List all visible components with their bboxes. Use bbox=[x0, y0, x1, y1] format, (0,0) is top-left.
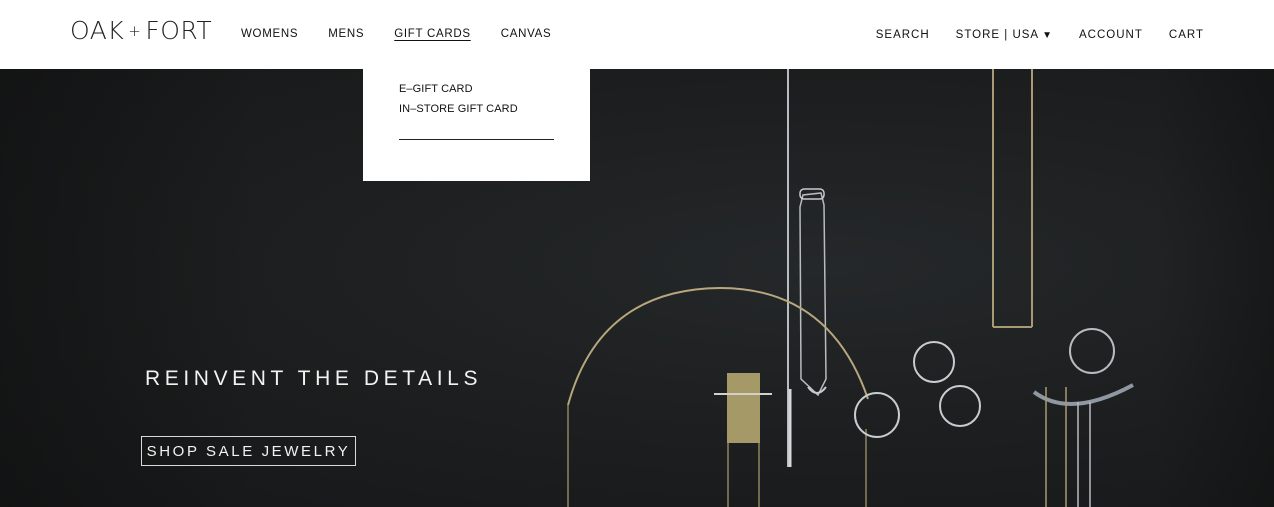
hero-shade-right bbox=[1154, 69, 1274, 507]
main-nav: WOMENS MENS GIFT CARDS CANVAS bbox=[241, 28, 581, 40]
cart-link[interactable]: CART bbox=[1169, 29, 1204, 41]
brand-logo[interactable]: OAK + FORT bbox=[70, 16, 212, 45]
nav-mens[interactable]: MENS bbox=[328, 28, 364, 40]
utility-nav: SEARCH STORE | USA ▼ ACCOUNT CART bbox=[850, 29, 1204, 41]
site-header: OAK + FORT WOMENS MENS GIFT CARDS CANVAS S… bbox=[0, 0, 1274, 69]
logo-plus: + bbox=[128, 22, 142, 40]
hero-headline: REINVENT THE DETAILS bbox=[145, 367, 483, 390]
account-link[interactable]: ACCOUNT bbox=[1079, 29, 1143, 41]
dropdown-divider bbox=[399, 139, 554, 140]
store-label: STORE | USA bbox=[955, 29, 1040, 41]
search-link[interactable]: SEARCH bbox=[876, 29, 930, 41]
store-selector[interactable]: STORE | USA ▼ bbox=[956, 29, 1053, 41]
dropdown-item-in-store-gift-card[interactable]: IN–STORE GIFT CARD bbox=[399, 103, 518, 115]
nav-gift-cards[interactable]: GIFT CARDS bbox=[394, 28, 470, 40]
caret-down-icon: ▼ bbox=[1042, 29, 1054, 41]
nav-womens[interactable]: WOMENS bbox=[241, 28, 298, 40]
shop-sale-jewelry-button[interactable]: SHOP SALE JEWELRY bbox=[141, 436, 356, 466]
hero-banner[interactable]: REINVENT THE DETAILS SHOP SALE JEWELRY bbox=[0, 69, 1274, 507]
logo-text-left: OAK bbox=[70, 16, 125, 45]
nav-canvas[interactable]: CANVAS bbox=[501, 28, 552, 40]
dropdown-item-e-gift-card[interactable]: E–GIFT CARD bbox=[399, 83, 473, 95]
logo-text-right: FORT bbox=[145, 16, 213, 45]
gift-cards-dropdown: E–GIFT CARD IN–STORE GIFT CARD bbox=[363, 69, 590, 181]
